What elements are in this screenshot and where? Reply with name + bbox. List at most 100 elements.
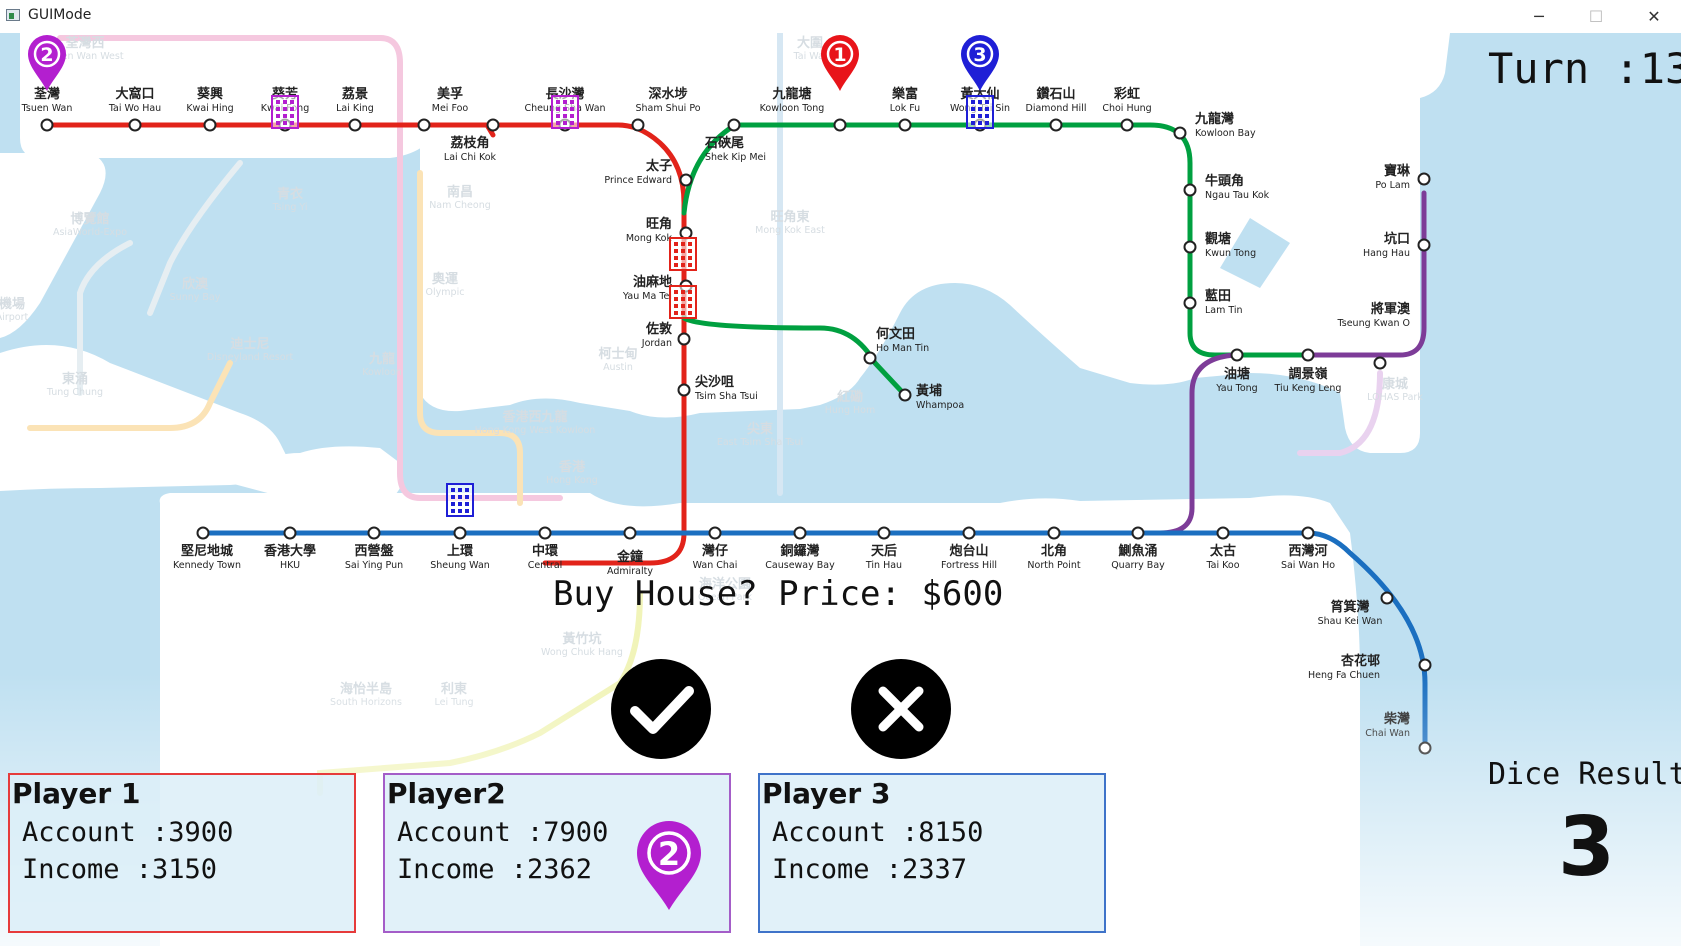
close-window-button[interactable]: ✕ — [1628, 0, 1680, 33]
station-name-en: Lai Chi Kok — [444, 152, 497, 163]
decline-buy-button[interactable] — [851, 659, 951, 759]
station-dot — [1301, 348, 1315, 362]
station-name-zh: 九龍灣 — [1194, 111, 1234, 127]
minimize-button[interactable]: ─ — [1513, 0, 1565, 33]
station-name-zh: 銅鑼灣 — [780, 543, 819, 559]
faded-station-name-zh: 香港西九龍 — [501, 409, 567, 425]
station-dot — [679, 226, 693, 240]
station-name-zh: 太古 — [1209, 543, 1236, 559]
faded-station-name-zh: 大圍 — [797, 35, 823, 51]
house-icon — [271, 95, 299, 129]
station-name-en: Tsim Sha Tsui — [694, 391, 758, 402]
station-name-zh: 深水埗 — [648, 86, 687, 102]
station-dot — [677, 383, 691, 397]
faded-station-name-en: LOHAS Park — [1367, 392, 1423, 403]
faded-station-name-en: Olympic — [426, 287, 465, 298]
faded-station-name-en: East Tsim Sha Tsui — [717, 437, 803, 448]
station-dot — [1183, 296, 1197, 310]
faded-station-name-zh: 尖東 — [747, 421, 773, 437]
station-name-zh: 灣仔 — [702, 543, 728, 559]
station-dot — [793, 526, 807, 540]
buy-house-prompt: Buy House? Price: $600 — [553, 574, 1004, 614]
app-icon — [6, 9, 20, 21]
station-dot — [623, 526, 637, 540]
confirm-buy-button[interactable] — [611, 659, 711, 759]
faded-station-name-en: Tung Chung — [46, 387, 103, 398]
faded-station-name-en: Hong Kong — [546, 475, 598, 486]
station-dot — [1183, 240, 1197, 254]
station-dot — [898, 118, 912, 132]
station-name-en: Kwai Hing — [186, 103, 233, 114]
station-name-en: Whampoa — [916, 400, 964, 411]
faded-station-name-zh: 南昌 — [447, 184, 473, 200]
station-dot — [1417, 238, 1431, 252]
faded-station-name-zh: 奧運 — [432, 271, 458, 287]
station-dot — [679, 173, 693, 187]
station-name-zh: 上環 — [447, 544, 474, 559]
station-name-zh: 鰂魚涌 — [1117, 543, 1157, 559]
station-name-zh: 筲箕灣 — [1330, 599, 1369, 615]
station-dot — [283, 526, 297, 540]
player-1-income: Income :3150 — [22, 854, 218, 885]
station-dot — [417, 118, 431, 132]
station-name-zh: 葵興 — [197, 86, 223, 102]
player-2-panel: Player2 Account :7900 Income :2362 2 — [383, 773, 731, 933]
station-dot — [1173, 126, 1187, 140]
maximize-button[interactable]: ☐ — [1570, 0, 1622, 33]
player-marker-number: 2 — [40, 44, 53, 66]
station-name-en: Shek Kip Mei — [705, 152, 766, 163]
station-name-en: Diamond Hill — [1026, 103, 1087, 114]
station-name-en: Jordan — [641, 338, 672, 349]
station-name-en: Lam Tin — [1205, 305, 1243, 316]
station-name-zh: 將軍澳 — [1371, 301, 1411, 317]
station-name-zh: 佐敦 — [645, 321, 673, 337]
window-title: GUIMode — [28, 7, 92, 23]
station-name-zh: 油塘 — [1224, 366, 1250, 382]
station-name-zh: 天后 — [871, 543, 897, 559]
faded-station-name-zh: 九龍 — [368, 351, 395, 367]
station-name-zh: 彩虹 — [1113, 86, 1140, 102]
station-dot — [1131, 526, 1145, 540]
station-name-zh: 石硤尾 — [704, 136, 744, 151]
faded-station-name-zh: 香港 — [558, 459, 586, 475]
dice-result-value: 3 — [1558, 800, 1616, 895]
station-dot — [1373, 356, 1387, 370]
house-icon — [551, 95, 579, 129]
station-name-en: Mei Foo — [432, 103, 469, 114]
player-marker-number: 1 — [833, 44, 846, 66]
station-dot — [1301, 526, 1315, 540]
station-dot — [863, 351, 877, 365]
faded-station-name-zh: 黃竹坑 — [561, 631, 601, 647]
player-2-income: Income :2362 — [397, 854, 593, 885]
station-name-en: Tseung Kwan O — [1337, 318, 1410, 329]
station-dot — [1120, 118, 1134, 132]
station-dot — [1049, 118, 1063, 132]
house-icon — [669, 285, 697, 319]
player-1-name: Player 1 — [12, 777, 141, 810]
faded-station-name-en: Hung Hom — [825, 405, 875, 416]
faded-station-name-en: Airport — [0, 312, 29, 323]
player-2-account: Account :7900 — [397, 817, 609, 848]
station-name-zh: 金鐘 — [616, 549, 643, 565]
player-3-panel: Player 3 Account :8150 Income :2337 — [758, 773, 1106, 933]
station-name-en: Tai Wo Hau — [108, 103, 161, 114]
player-3-income: Income :2337 — [772, 854, 968, 885]
player-2-name: Player2 — [387, 777, 506, 810]
station-dot — [453, 526, 467, 540]
station-name-zh: 藍田 — [1205, 288, 1231, 304]
station-name-en: Wan Chai — [693, 560, 738, 571]
station-dot — [128, 118, 142, 132]
station-name-en: Quarry Bay — [1111, 560, 1165, 571]
station-name-zh: 西營盤 — [354, 543, 394, 559]
station-dot — [1183, 183, 1197, 197]
station-name-en: Sheung Wan — [430, 560, 490, 571]
faded-station-name-en: Sunny Bay — [170, 292, 221, 303]
station-name-zh: 何文田 — [876, 326, 915, 342]
station-name-zh: 尖沙咀 — [695, 374, 734, 390]
station-name-zh: 調景嶺 — [1288, 366, 1327, 382]
station-dot — [1417, 172, 1431, 186]
station-name-zh: 九龍塘 — [771, 86, 811, 102]
station-name-en: Lai King — [336, 103, 374, 114]
current-player-marker-number: 2 — [658, 835, 680, 873]
station-dot — [677, 332, 691, 346]
